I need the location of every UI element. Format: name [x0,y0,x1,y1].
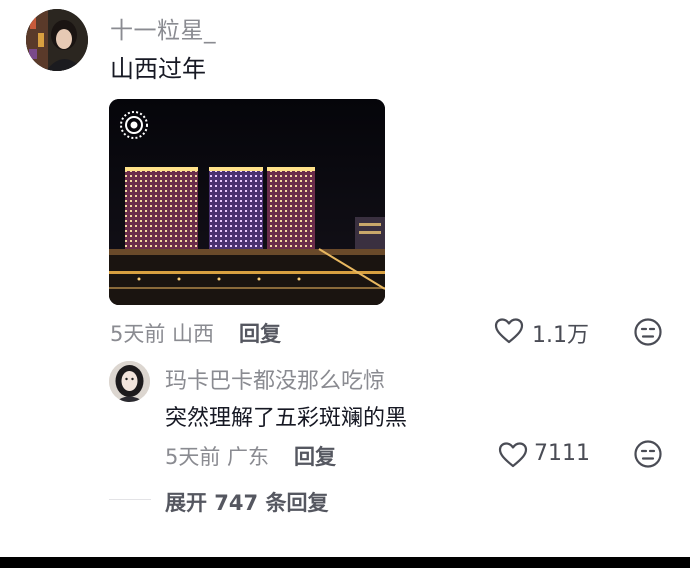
like-count: 1.1万 [532,323,589,348]
meh-face-icon[interactable] [633,439,663,469]
live-photo-icon [118,109,150,141]
avatar[interactable] [26,9,88,71]
expand-replies-button[interactable]: 展开 747 条回复 [165,487,328,517]
divider [109,499,151,500]
comment-text: 山西过年 [110,55,206,83]
comment-meta: 5天前 山西 [110,322,215,346]
like-count: 7111 [534,441,590,466]
comment-photo[interactable] [109,99,385,305]
reply-button[interactable]: 回复 [239,318,281,348]
heart-outline-icon[interactable] [494,317,524,345]
reply-username[interactable]: 玛卡巴卡都没那么吃惊 [165,363,385,395]
avatar[interactable] [109,361,150,402]
reply-text: 突然理解了五彩斑斓的黑 [165,406,408,431]
heart-outline-icon[interactable] [498,441,528,469]
bottom-edge [0,557,690,568]
reply-button[interactable]: 回复 [294,441,336,471]
reply-meta: 5天前 广东 [165,445,270,469]
meh-face-icon[interactable] [633,317,663,347]
comment-username[interactable]: 十一粒星_ [110,11,216,45]
